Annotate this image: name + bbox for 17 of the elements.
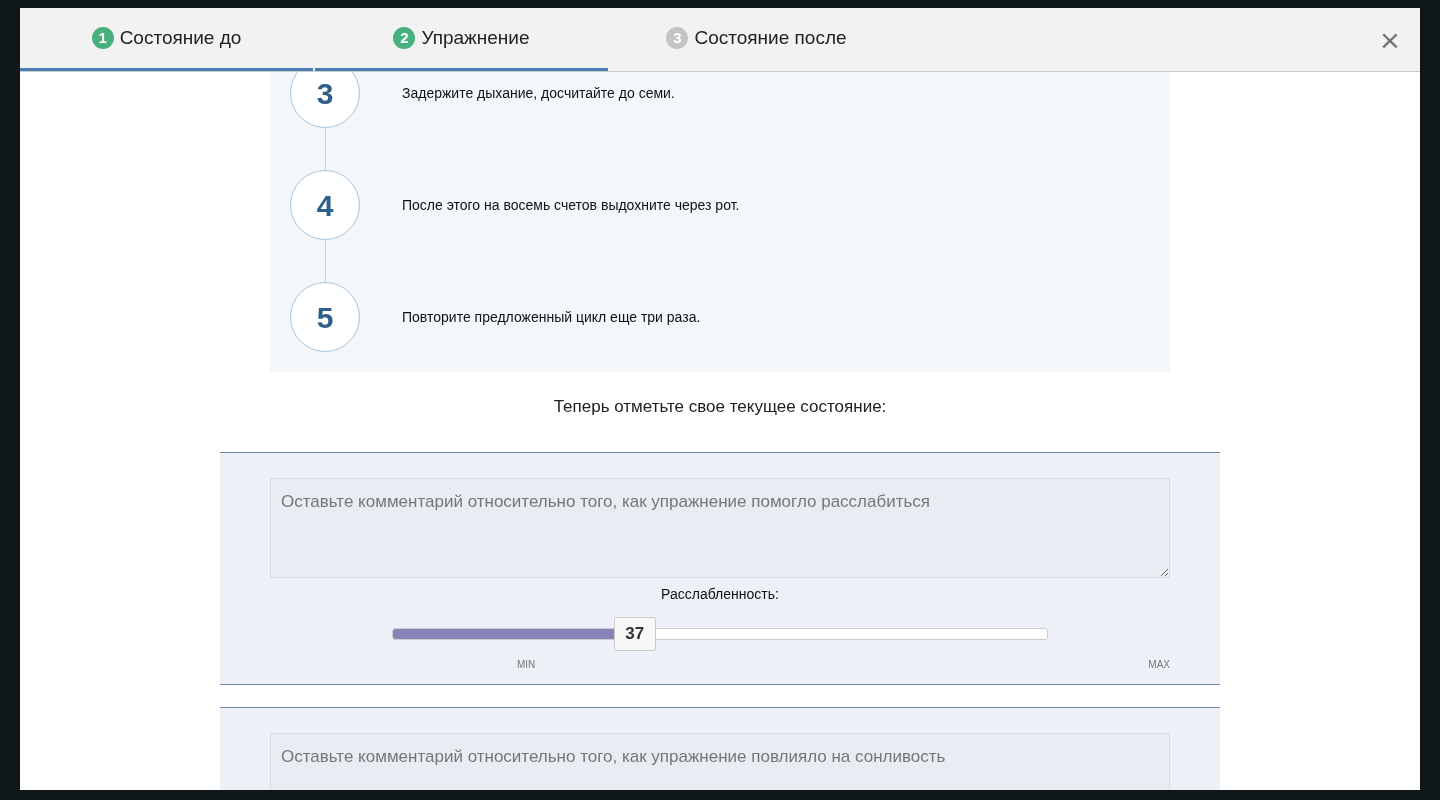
prompt-text: Теперь отметьте свое текущее состояние: — [553, 396, 887, 418]
step-text: Повторите предложенный цикл еще три раза. — [402, 307, 701, 327]
close-button[interactable]: × — [1370, 8, 1410, 71]
step-text: После этого на восемь счетов выдохните через рот. — [402, 195, 740, 215]
slider-max-label: MAX — [1148, 657, 1170, 672]
step-number-badge: 1 — [91, 27, 114, 49]
slider-label: Расслабленность: — [661, 584, 779, 604]
comment-field[interactable]: Оставьте комментарий относительно того, как упражнение повлияло на сонливость — [270, 732, 1170, 790]
step-number-badge: 3 — [666, 27, 689, 49]
step-text: Задержите дыхание, досчитайте до семи. — [402, 83, 675, 103]
step-tab[interactable]: 1 Состояние до — [20, 8, 313, 71]
step-number-badge: 2 — [393, 27, 416, 49]
step-tab[interactable]: 3 Состояние после — [610, 8, 903, 71]
slider-track[interactable] — [392, 627, 1048, 640]
comment-field[interactable]: Оставьте комментарий относительно того, как упражнение помогло расслабиться — [270, 477, 1170, 578]
slider-min-label: MIN — [517, 657, 536, 672]
slider-handle[interactable]: 37 — [613, 616, 656, 651]
